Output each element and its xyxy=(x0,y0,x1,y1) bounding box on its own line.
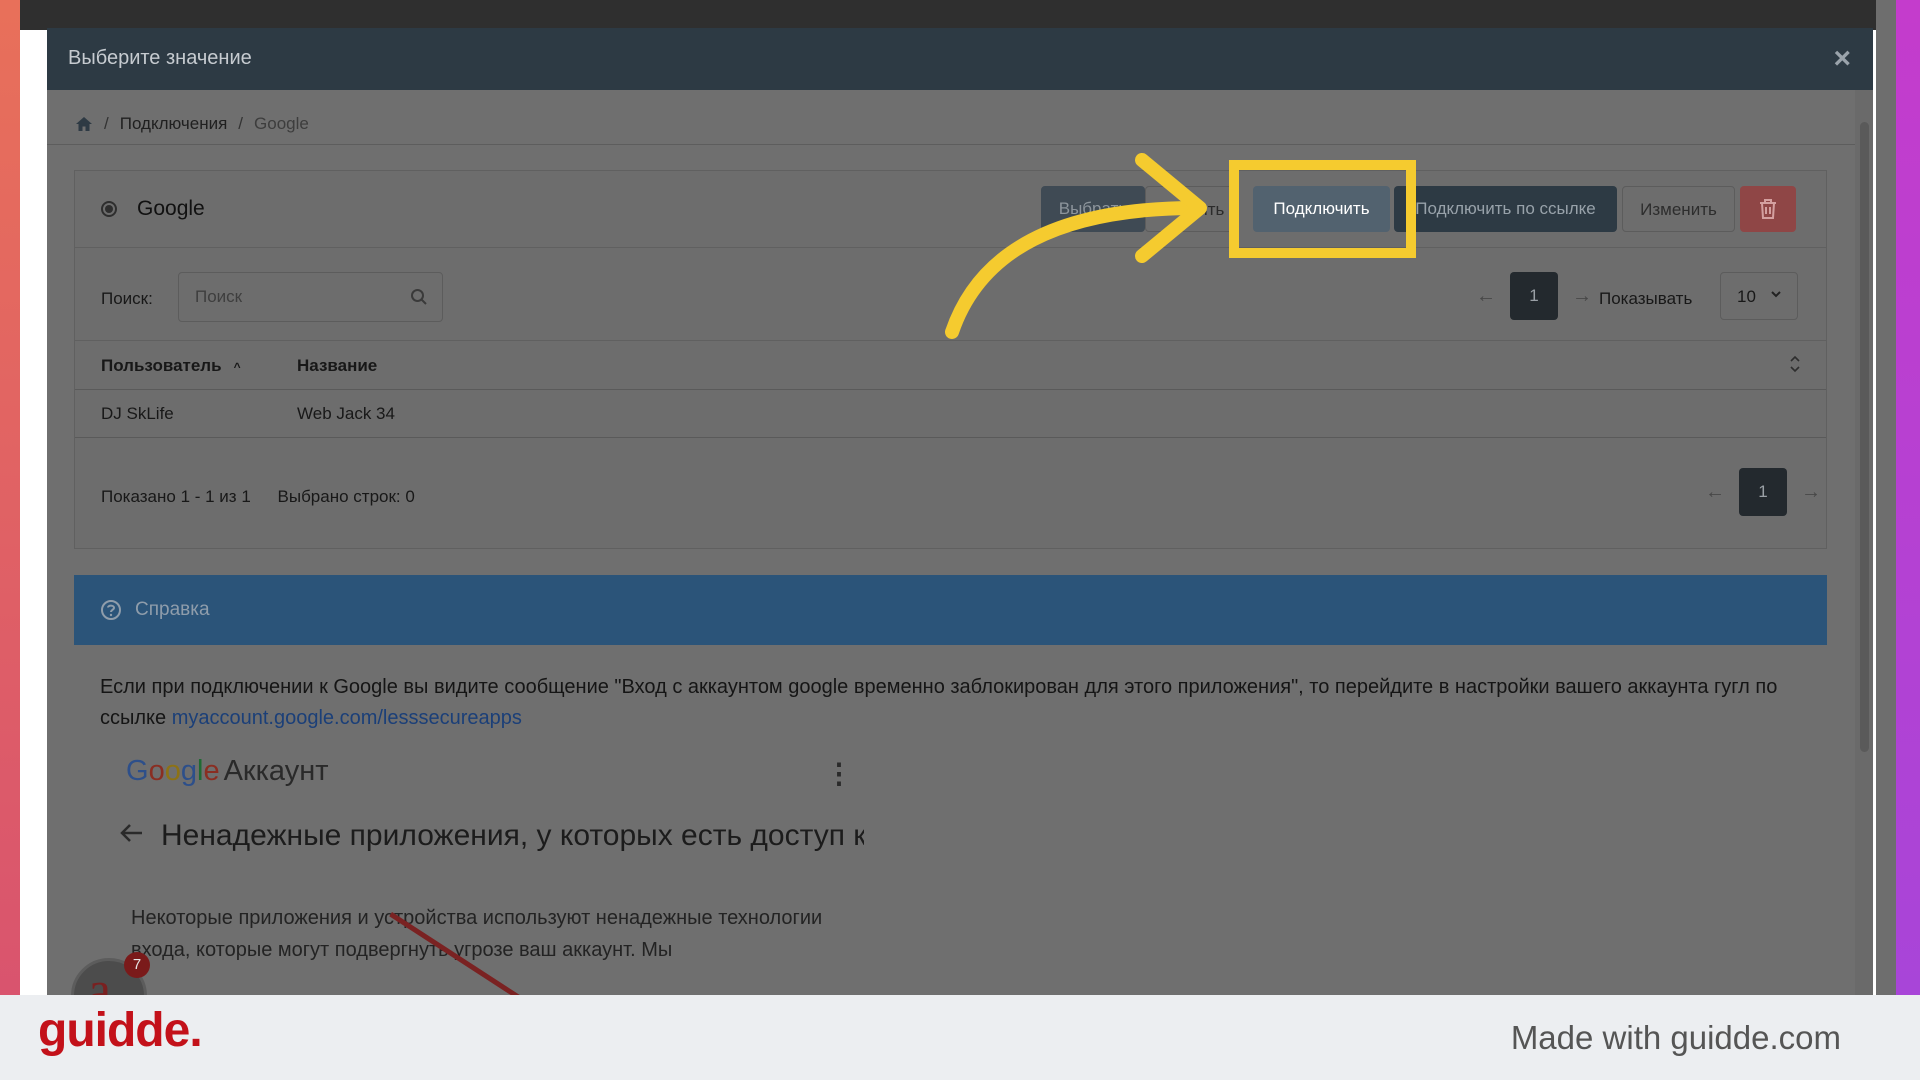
rows-selected-text: Выбрано строк: 0 xyxy=(277,487,415,506)
made-with-text[interactable]: Made with guidde.com xyxy=(1511,1019,1841,1057)
search-label: Поиск: xyxy=(101,289,153,308)
modal-title: Выберите значение xyxy=(68,47,252,69)
guidde-footer: guidde. Made with guidde.com xyxy=(0,995,1920,1080)
less-secure-apps-description: Некоторые приложения и устройства исполь… xyxy=(131,907,823,961)
panel-title: Google xyxy=(137,197,205,220)
search-input[interactable] xyxy=(179,273,399,321)
sort-asc-icon[interactable]: ^ xyxy=(234,360,241,374)
background-app-edge xyxy=(1876,0,1896,995)
next-page-button[interactable]: → xyxy=(1793,481,1829,504)
table-footer-info: Показано 1 - 1 из 1 Выбрано строк: 0 xyxy=(101,487,415,507)
prev-page-button[interactable]: ← xyxy=(1468,285,1504,308)
background-right-gradient xyxy=(1896,0,1920,995)
logo-letter: e xyxy=(203,755,220,787)
column-header-user[interactable]: Пользователь ^ xyxy=(101,356,241,376)
help-title: Справка xyxy=(135,599,210,620)
table-row[interactable]: DJ SkLife Web Jack 34 xyxy=(75,389,1826,438)
page-size-value: 10 xyxy=(1737,287,1756,306)
guidde-logo[interactable]: guidde. xyxy=(38,1003,203,1058)
lesssecureapps-link[interactable]: myaccount.google.com/lesssecureapps xyxy=(172,707,522,729)
next-page-button[interactable]: → xyxy=(1564,285,1600,308)
scrollbar-thumb[interactable] xyxy=(1860,122,1869,752)
help-header[interactable]: Справка xyxy=(74,575,1827,645)
help-circle-icon xyxy=(101,600,121,620)
column-user-label: Пользователь xyxy=(101,356,222,375)
cell-user: DJ SkLife xyxy=(101,404,174,423)
cell-name: Web Jack 34 xyxy=(297,404,395,423)
less-secure-apps-title: Ненадежные приложения, у которых есть до… xyxy=(161,819,864,852)
search-box xyxy=(178,272,443,322)
home-icon[interactable] xyxy=(75,116,93,132)
page-size-select[interactable]: 10 xyxy=(1720,272,1798,320)
prev-page-button[interactable]: ← xyxy=(1697,481,1733,504)
logo-letter: o xyxy=(148,755,165,787)
edit-button[interactable]: Изменить xyxy=(1622,186,1735,232)
modal-scrollbar[interactable] xyxy=(1855,90,1873,995)
yellow-arrow-annotation xyxy=(945,153,1207,339)
logo-letter: g xyxy=(180,755,197,787)
notification-badge: 7 xyxy=(124,952,150,978)
logo-letter: G xyxy=(126,755,149,787)
breadcrumb: / Подключения / Google xyxy=(75,106,309,142)
google-account-logo: Google Аккаунт xyxy=(126,755,329,788)
logo-letter: o xyxy=(164,755,181,787)
breadcrumb-item-connections[interactable]: Подключения xyxy=(120,114,228,134)
arrow-left-icon xyxy=(120,824,142,842)
app-header-behind xyxy=(20,0,1876,30)
top-pagination: ← 1 → xyxy=(1468,272,1600,320)
help-text: Если при подключении к Google вы видите … xyxy=(100,672,1800,734)
modal-header: Выберите значение × xyxy=(47,28,1873,90)
page-1-button[interactable]: 1 xyxy=(1739,468,1787,516)
page-size-label: Показывать xyxy=(1599,289,1693,308)
help-body: Если при подключении к Google вы видите … xyxy=(74,645,1827,995)
background-left-gradient xyxy=(0,0,20,995)
breadcrumb-separator: / xyxy=(104,114,109,133)
chevron-down-icon xyxy=(1771,291,1781,298)
account-label: Аккаунт xyxy=(223,755,329,787)
trash-icon xyxy=(1760,199,1776,219)
highlight-box xyxy=(1229,160,1416,258)
rows-shown-text: Показано 1 - 1 из 1 xyxy=(101,487,251,506)
connect-by-link-button[interactable]: Подключить по ссылке xyxy=(1394,186,1617,232)
bottom-pagination: ← 1 → xyxy=(1697,468,1829,516)
close-icon[interactable]: × xyxy=(1833,42,1851,76)
delete-button[interactable] xyxy=(1740,186,1796,232)
breadcrumb-item-google: Google xyxy=(254,114,309,133)
sort-icon[interactable] xyxy=(1788,353,1802,375)
google-account-screenshot: Google Аккаунт ⋮ Ненадежные приложения, у… xyxy=(104,735,1004,995)
page-1-button[interactable]: 1 xyxy=(1510,272,1558,320)
breadcrumb-separator: / xyxy=(238,114,244,133)
connection-radio[interactable] xyxy=(101,201,117,217)
breadcrumb-divider xyxy=(47,144,1855,145)
column-header-name[interactable]: Название xyxy=(297,356,377,376)
search-icon[interactable] xyxy=(410,288,428,306)
table-header: Пользователь ^ Название xyxy=(75,340,1826,390)
more-vert-icon: ⋮ xyxy=(825,758,853,789)
